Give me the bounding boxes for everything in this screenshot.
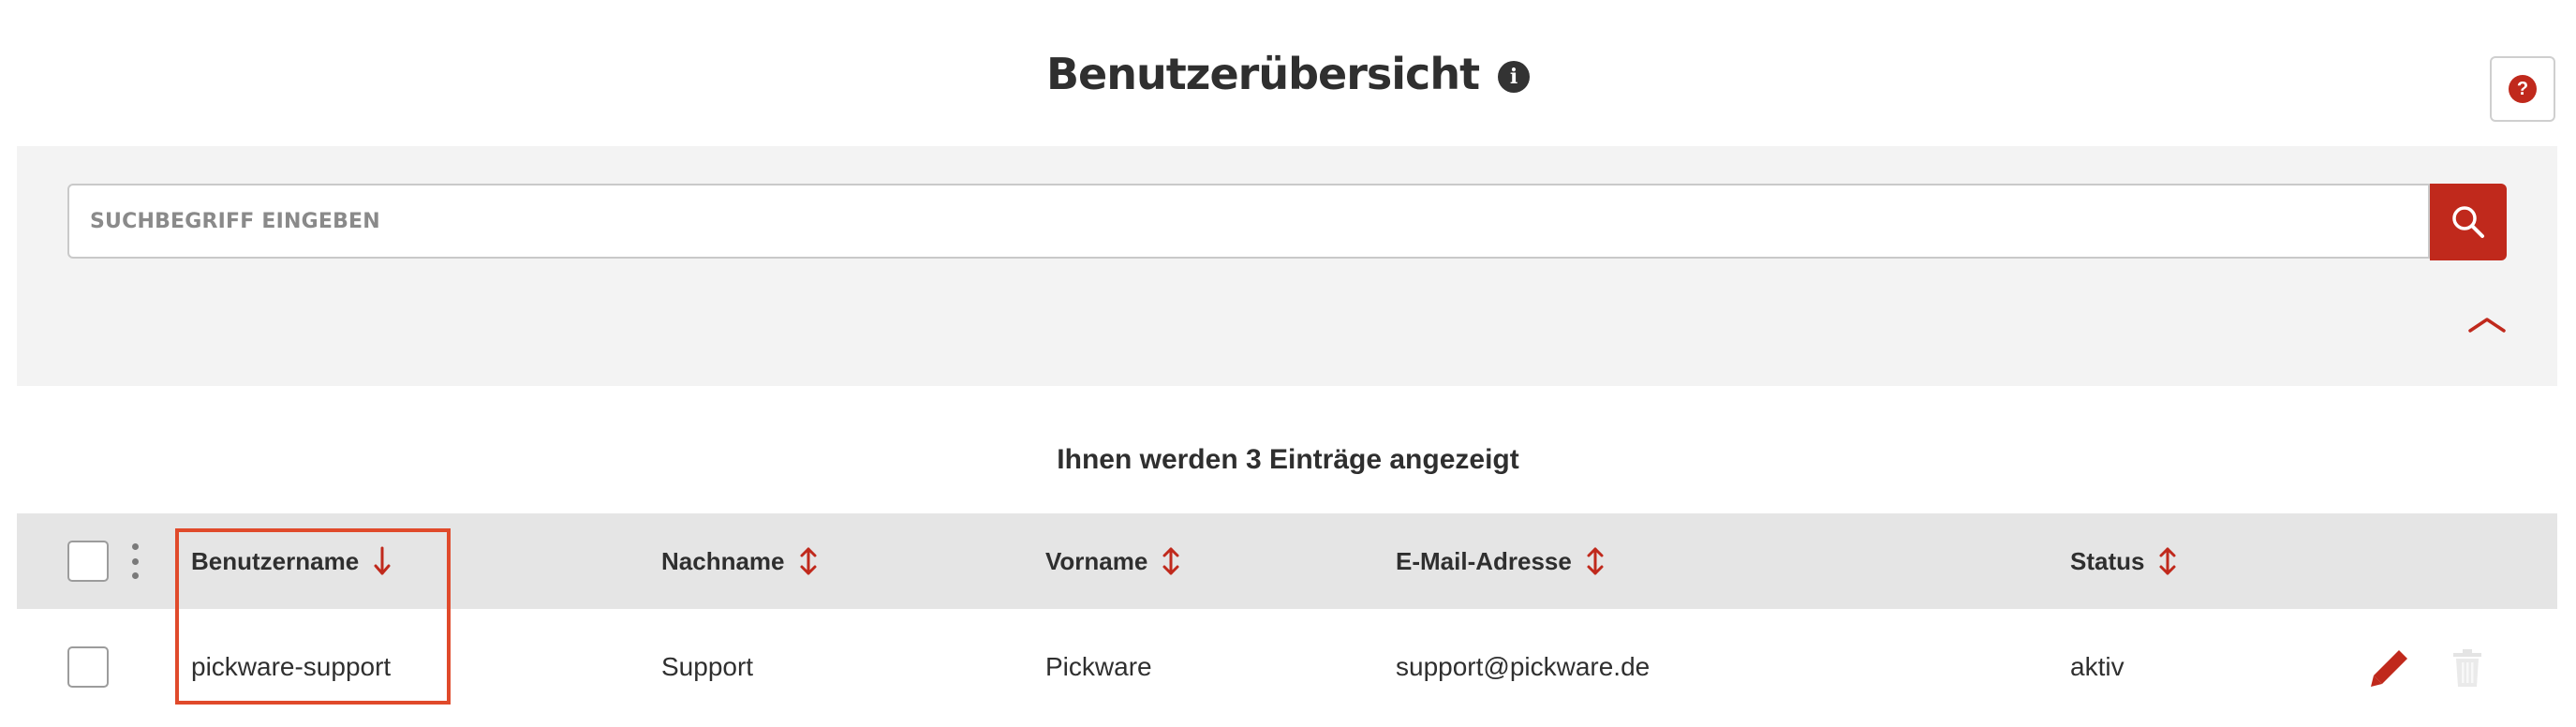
title-row: Benutzerübersicht i bbox=[0, 49, 2576, 99]
column-header-status[interactable]: Status bbox=[2070, 513, 2178, 609]
sort-both-icon bbox=[800, 547, 816, 575]
pencil-icon bbox=[2371, 650, 2407, 687]
question-mark-icon: ? bbox=[2509, 75, 2537, 103]
search-button[interactable] bbox=[2430, 184, 2507, 260]
info-icon[interactable]: i bbox=[1498, 61, 1531, 93]
magnifier-icon bbox=[2452, 206, 2484, 238]
column-header-lastname[interactable]: Nachname bbox=[661, 513, 819, 609]
highlight-frame bbox=[175, 528, 451, 705]
chevron-up-icon bbox=[2468, 318, 2506, 333]
column-header-label: Status bbox=[2070, 546, 2145, 575]
search-panel bbox=[17, 146, 2557, 386]
trash-icon bbox=[2453, 649, 2481, 687]
sort-both-icon bbox=[1162, 547, 1179, 575]
column-menu-icon[interactable] bbox=[129, 543, 141, 579]
cell-status: aktiv bbox=[2070, 652, 2124, 681]
column-header-label: Nachname bbox=[661, 546, 785, 575]
cell-firstname: Pickware bbox=[1045, 652, 1152, 681]
row-checkbox[interactable] bbox=[67, 646, 109, 688]
entry-count: Ihnen werden 3 Einträge angezeigt bbox=[1057, 444, 1519, 475]
search-input[interactable] bbox=[88, 208, 2428, 234]
column-header-label: E-Mail-Adresse bbox=[1396, 546, 1572, 575]
delete-button[interactable] bbox=[2447, 645, 2488, 691]
page-title: Benutzerübersicht bbox=[1045, 49, 1480, 99]
column-header-label: Vorname bbox=[1045, 546, 1148, 575]
help-button[interactable]: ? bbox=[2490, 56, 2555, 122]
column-header-firstname[interactable]: Vorname bbox=[1045, 513, 1181, 609]
select-all-checkbox[interactable] bbox=[67, 541, 109, 582]
collapse-filter-button[interactable] bbox=[2464, 305, 2510, 343]
cell-email: support@pickware.de bbox=[1396, 652, 1651, 681]
sort-both-icon bbox=[1587, 547, 1604, 575]
column-header-email[interactable]: E-Mail-Adresse bbox=[1396, 513, 1606, 609]
sort-both-icon bbox=[2159, 547, 2176, 575]
edit-button[interactable] bbox=[2366, 645, 2413, 691]
search-field[interactable] bbox=[67, 184, 2430, 259]
cell-lastname: Support bbox=[661, 652, 754, 681]
